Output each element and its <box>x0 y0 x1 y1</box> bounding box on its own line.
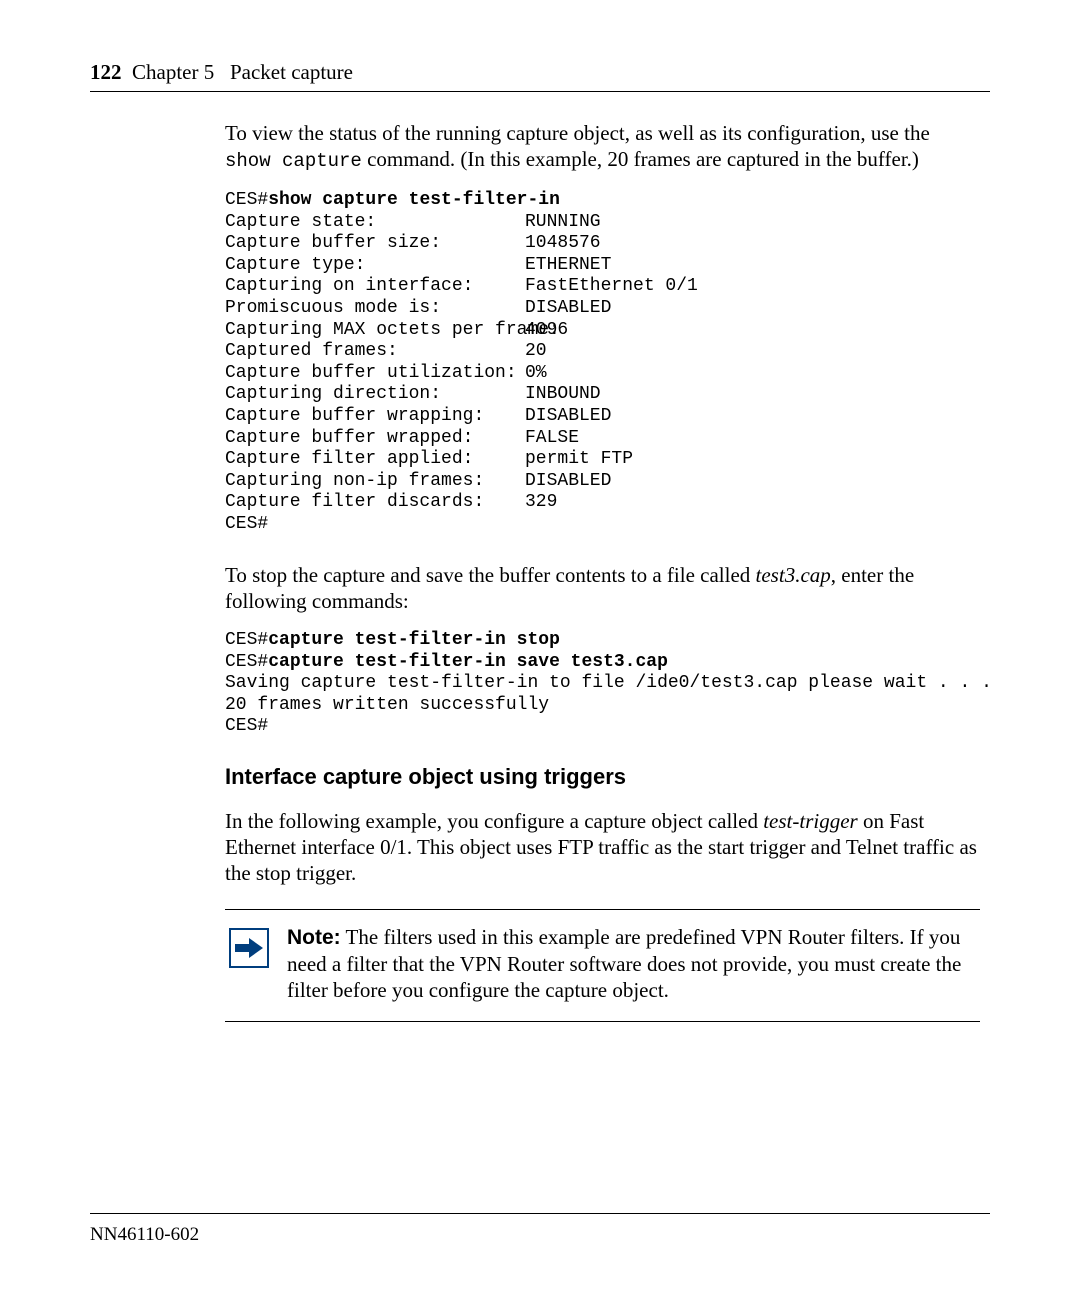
page: 122 Chapter 5 Packet capture To view the… <box>0 0 1080 1296</box>
t1-row-label: Captured frames: <box>225 341 525 363</box>
table-row: Capture buffer wrapped:FALSE <box>225 428 980 450</box>
content-area: To view the status of the running captur… <box>225 120 980 1022</box>
t1-row-value: DISABLED <box>525 406 611 426</box>
t2-l1-cmd: capture test-filter-in stop <box>268 630 560 650</box>
t1-row-value: FastEthernet 0/1 <box>525 276 698 296</box>
table-row: Capture state:RUNNING <box>225 212 980 234</box>
t1-row-value: 4096 <box>525 320 568 340</box>
table-row: Promiscuous mode is:DISABLED <box>225 298 980 320</box>
t1-row-value: DISABLED <box>525 298 611 318</box>
t1-row-value: 1048576 <box>525 233 601 253</box>
trigger-paragraph: In the following example, you configure … <box>225 808 980 887</box>
chapter-title: Packet capture <box>230 60 353 84</box>
table-row: Capture buffer wrapping:DISABLED <box>225 406 980 428</box>
t1-row-value: DISABLED <box>525 471 611 491</box>
terminal-output-1: CES#show capture test-filter-in Capture … <box>225 190 980 536</box>
table-row: Capture buffer utilization:0% <box>225 363 980 385</box>
stop-filename: test3.cap <box>756 563 831 587</box>
t1-row-value: 0% <box>525 363 547 383</box>
t1-row-value: permit FTP <box>525 449 633 469</box>
t1-row-label: Promiscuous mode is: <box>225 298 525 320</box>
t1-row-value: 329 <box>525 492 557 512</box>
t1-row-value: RUNNING <box>525 212 601 232</box>
section-heading: Interface capture object using triggers <box>225 764 980 790</box>
t1-row-label: Capture state: <box>225 212 525 234</box>
t1-row-value: FALSE <box>525 428 579 448</box>
t2-trailing-prompt: CES# <box>225 716 268 736</box>
t1-row-label: Capture filter discards: <box>225 492 525 514</box>
table-row: Capturing direction:INBOUND <box>225 384 980 406</box>
arrow-right-icon <box>229 928 269 968</box>
t1-row-label: Capturing on interface: <box>225 276 525 298</box>
page-footer: NN46110-602 <box>90 1213 990 1246</box>
terminal-output-2: CES#capture test-filter-in stop CES#capt… <box>225 630 980 738</box>
chapter-label-text: Chapter 5 <box>132 60 214 84</box>
t1-row-label: Capture filter applied: <box>225 449 525 471</box>
note-text: Note: The filters used in this example a… <box>287 924 980 1004</box>
t1-row-label: Capture buffer wrapping: <box>225 406 525 428</box>
page-number: 122 <box>90 60 122 84</box>
intro-pre: To view the status of the running captur… <box>225 121 930 145</box>
page-header: 122 Chapter 5 Packet capture <box>90 60 990 92</box>
table-row: Capture filter applied:permit FTP <box>225 449 980 471</box>
table-row: Capture buffer size:1048576 <box>225 233 980 255</box>
t2-out2: 20 frames written successfully <box>225 695 549 715</box>
t1-row-value: INBOUND <box>525 384 601 404</box>
note-body: The filters used in this example are pre… <box>287 925 961 1003</box>
t1-row-label: Capture buffer wrapped: <box>225 428 525 450</box>
t1-cmd: show capture test-filter-in <box>268 190 560 210</box>
t2-l1-prompt: CES# <box>225 630 268 650</box>
t1-row-label: Capturing direction: <box>225 384 525 406</box>
doc-id: NN46110-602 <box>90 1224 199 1245</box>
table-row: Capturing non-ip frames:DISABLED <box>225 471 980 493</box>
stop-pre: To stop the capture and save the buffer … <box>225 563 756 587</box>
table-row: Capturing MAX octets per frame:4096 <box>225 320 980 342</box>
t1-trailing-prompt: CES# <box>225 514 268 534</box>
t1-row-label: Capture buffer utilization: <box>225 363 525 385</box>
stop-paragraph: To stop the capture and save the buffer … <box>225 562 980 615</box>
t1-prompt: CES# <box>225 190 268 210</box>
note-block: Note: The filters used in this example a… <box>225 909 980 1023</box>
t2-out1: Saving capture test-filter-in to file /i… <box>225 673 992 693</box>
t1-row-label: Capture buffer size: <box>225 233 525 255</box>
table-row: Captured frames:20 <box>225 341 980 363</box>
trigger-obj: test-trigger <box>763 809 858 833</box>
t1-row-label: Capturing non-ip frames: <box>225 471 525 493</box>
t1-row-label: Capturing MAX octets per frame: <box>225 320 525 342</box>
intro-paragraph: To view the status of the running captur… <box>225 120 980 174</box>
t2-l2-cmd: capture test-filter-in save test3.cap <box>268 652 668 672</box>
note-label: Note: <box>287 926 341 949</box>
table-row: Capturing on interface:FastEthernet 0/1 <box>225 276 980 298</box>
t2-l2-prompt: CES# <box>225 652 268 672</box>
trigger-pre: In the following example, you configure … <box>225 809 763 833</box>
t1-row-value: 20 <box>525 341 547 361</box>
t1-row-value: ETHERNET <box>525 255 611 275</box>
table-row: Capture type:ETHERNET <box>225 255 980 277</box>
table-row: Capture filter discards:329 <box>225 492 980 514</box>
intro-post: command. (In this example, 20 frames are… <box>362 147 919 171</box>
chapter-sep <box>219 60 230 84</box>
t1-row-label: Capture type: <box>225 255 525 277</box>
intro-cmd: show capture <box>225 150 362 172</box>
